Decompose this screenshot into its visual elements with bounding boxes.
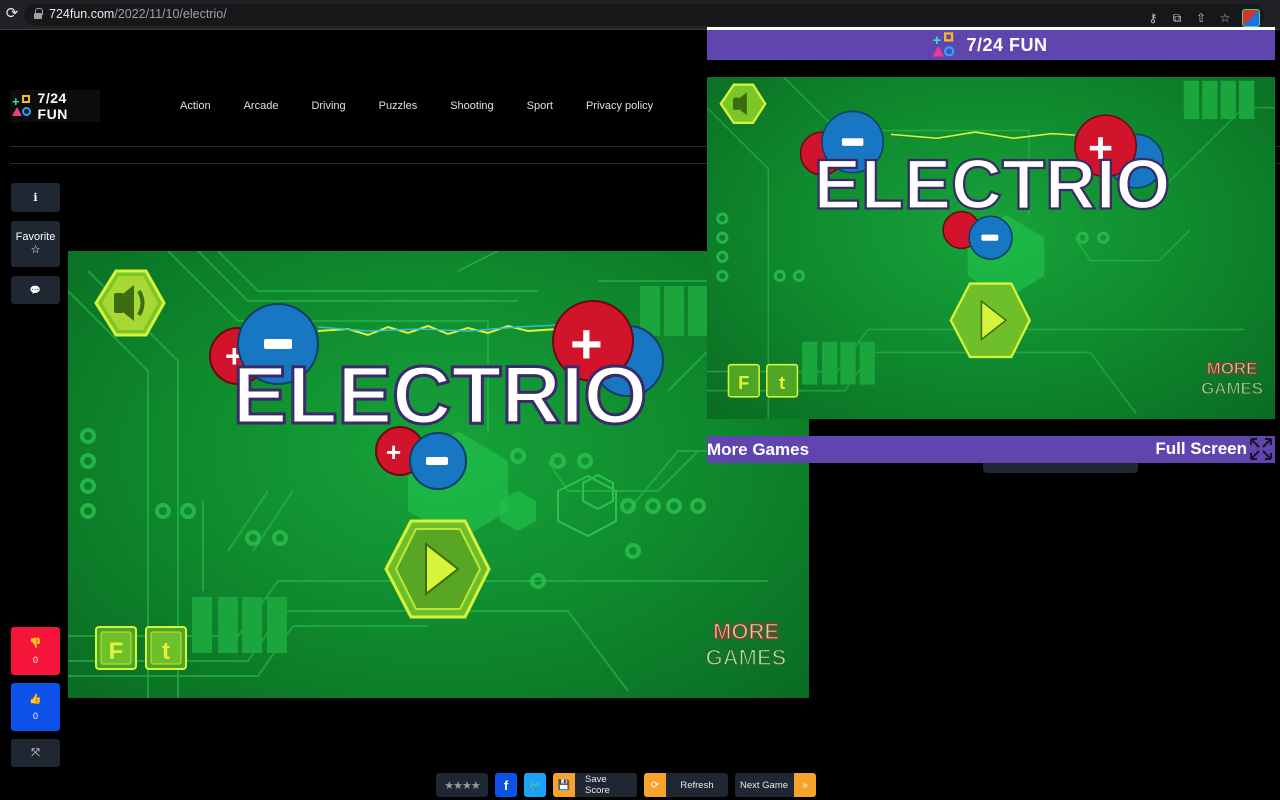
favorite-button[interactable]: Favorite ☆ bbox=[11, 221, 60, 267]
site-logo[interactable]: + 7/24 FUN bbox=[10, 90, 100, 122]
comment-button[interactable]: 💬 bbox=[11, 276, 60, 304]
nav-driving[interactable]: Driving bbox=[311, 100, 345, 112]
share-buttons-art: F t bbox=[95, 626, 187, 670]
twitter-share-button[interactable]: 🐦 bbox=[524, 773, 546, 797]
game-canvas[interactable]: + + + ELECTRIO F t MORE GAMES bbox=[68, 251, 809, 698]
browser-toolbar: ⟳ 724fun.com/2022/11/10/electrio/ ⚷ ⧉ ⇧ … bbox=[0, 0, 1280, 30]
star-icon: ☆ bbox=[30, 244, 41, 256]
nav-privacy-policy[interactable]: Privacy policy bbox=[586, 100, 653, 112]
expand-button[interactable]: ⤧ bbox=[11, 739, 60, 767]
double-chevron-right-icon: » bbox=[794, 773, 817, 797]
twitter-icon: 🐦 bbox=[528, 779, 542, 792]
facebook-share-button[interactable]: f bbox=[495, 773, 517, 797]
more-games-art: MORE GAMES bbox=[705, 618, 787, 671]
mini-player-header: + 7/24 FUN bbox=[707, 30, 1275, 60]
svg-text:ELECTRIO: ELECTRIO bbox=[814, 145, 1170, 224]
more-games-link[interactable]: More Games bbox=[707, 440, 809, 460]
nav-arcade[interactable]: Arcade bbox=[244, 100, 279, 112]
game-artwork: + + + ELECTRIO F t MORE GAMES bbox=[68, 251, 809, 698]
dislike-button[interactable]: 👎 0 bbox=[11, 627, 60, 675]
play-button-art bbox=[384, 519, 491, 619]
favorite-label: Favorite bbox=[15, 231, 56, 243]
svg-text:F: F bbox=[738, 372, 749, 393]
svg-text:+: + bbox=[386, 437, 401, 467]
svg-text:MORE: MORE bbox=[713, 619, 779, 644]
svg-text:t: t bbox=[779, 372, 785, 393]
reload-icon[interactable]: ⟳ bbox=[4, 6, 20, 22]
url-host: 724fun.com bbox=[49, 7, 115, 21]
thumbs-down-icon: 👎 bbox=[29, 638, 42, 649]
nav-sport[interactable]: Sport bbox=[527, 100, 553, 112]
refresh-button[interactable]: ⟳ Refresh bbox=[644, 773, 728, 797]
facebook-icon: f bbox=[503, 777, 509, 793]
next-game-button[interactable]: Next Game » bbox=[735, 773, 817, 797]
translate-icon[interactable]: ⧉ bbox=[1170, 11, 1184, 26]
url-path: /2022/11/10/electrio/ bbox=[114, 7, 227, 21]
extension-icon[interactable] bbox=[1242, 9, 1260, 27]
logo-mark-icon: + bbox=[12, 95, 32, 117]
refresh-label: Refresh bbox=[680, 779, 714, 791]
key-icon[interactable]: ⚷ bbox=[1146, 11, 1160, 25]
dislike-count: 0 bbox=[32, 655, 38, 665]
mini-game-artwork: + ELECTRIO F t MORE GAMES bbox=[707, 77, 1275, 419]
svg-text:GAMES: GAMES bbox=[1201, 379, 1263, 398]
mini-player-title: 7/24 FUN bbox=[966, 34, 1048, 55]
save-score-label: Save Score bbox=[585, 774, 610, 796]
mini-player-footer: More Games Full Screen bbox=[707, 436, 1275, 463]
bookmark-star-icon[interactable]: ☆ bbox=[1218, 11, 1232, 25]
share-icon[interactable]: ⇧ bbox=[1194, 11, 1208, 25]
mini-game-canvas[interactable]: + ELECTRIO F t MORE GAMES bbox=[707, 77, 1275, 419]
nav-puzzles[interactable]: Puzzles bbox=[379, 100, 418, 112]
url-text[interactable]: 724fun.com/2022/11/10/electrio/ bbox=[49, 7, 227, 21]
svg-text:MORE: MORE bbox=[1207, 359, 1258, 378]
game-action-bar: ★★★★ f 🐦 💾 Save Score ⟳ Refresh Next Gam… bbox=[436, 773, 817, 797]
like-button[interactable]: 👍 0 bbox=[11, 683, 60, 731]
nav-action[interactable]: Action bbox=[180, 100, 211, 112]
comment-icon: 💬 bbox=[29, 285, 42, 295]
info-button[interactable]: ℹ bbox=[11, 183, 60, 212]
next-game-label: Next Game bbox=[740, 779, 789, 791]
svg-text:t: t bbox=[162, 638, 170, 665]
svg-text:GAMES: GAMES bbox=[706, 645, 787, 670]
logo-mark-icon: + bbox=[932, 32, 956, 57]
sound-button-art bbox=[94, 269, 166, 337]
like-count: 0 bbox=[32, 711, 38, 721]
save-icon: 💾 bbox=[553, 773, 575, 797]
game-title-art: ELECTRIO bbox=[233, 350, 648, 441]
rating-stars[interactable]: ★★★★ bbox=[436, 773, 488, 797]
lock-icon[interactable] bbox=[34, 8, 43, 19]
full-screen-icon[interactable] bbox=[1249, 437, 1273, 461]
nav-shooting[interactable]: Shooting bbox=[450, 100, 493, 112]
full-screen-link[interactable]: Full Screen bbox=[1155, 439, 1247, 459]
partially-hidden-toolbar bbox=[983, 463, 1138, 473]
refresh-icon: ⟳ bbox=[644, 773, 666, 797]
save-score-button[interactable]: 💾 Save Score bbox=[553, 773, 637, 797]
svg-text:F: F bbox=[109, 638, 124, 665]
address-bar[interactable]: 724fun.com/2022/11/10/electrio/ ⚷ ⧉ ⇧ ☆ bbox=[24, 4, 1264, 27]
logo-text: 7/24 FUN bbox=[37, 90, 68, 122]
info-icon: ℹ bbox=[33, 191, 38, 204]
thumbs-up-icon: 👍 bbox=[29, 694, 42, 705]
main-nav: Action Arcade Driving Puzzles Shooting S… bbox=[180, 100, 686, 112]
expand-icon: ⤧ bbox=[31, 747, 40, 759]
